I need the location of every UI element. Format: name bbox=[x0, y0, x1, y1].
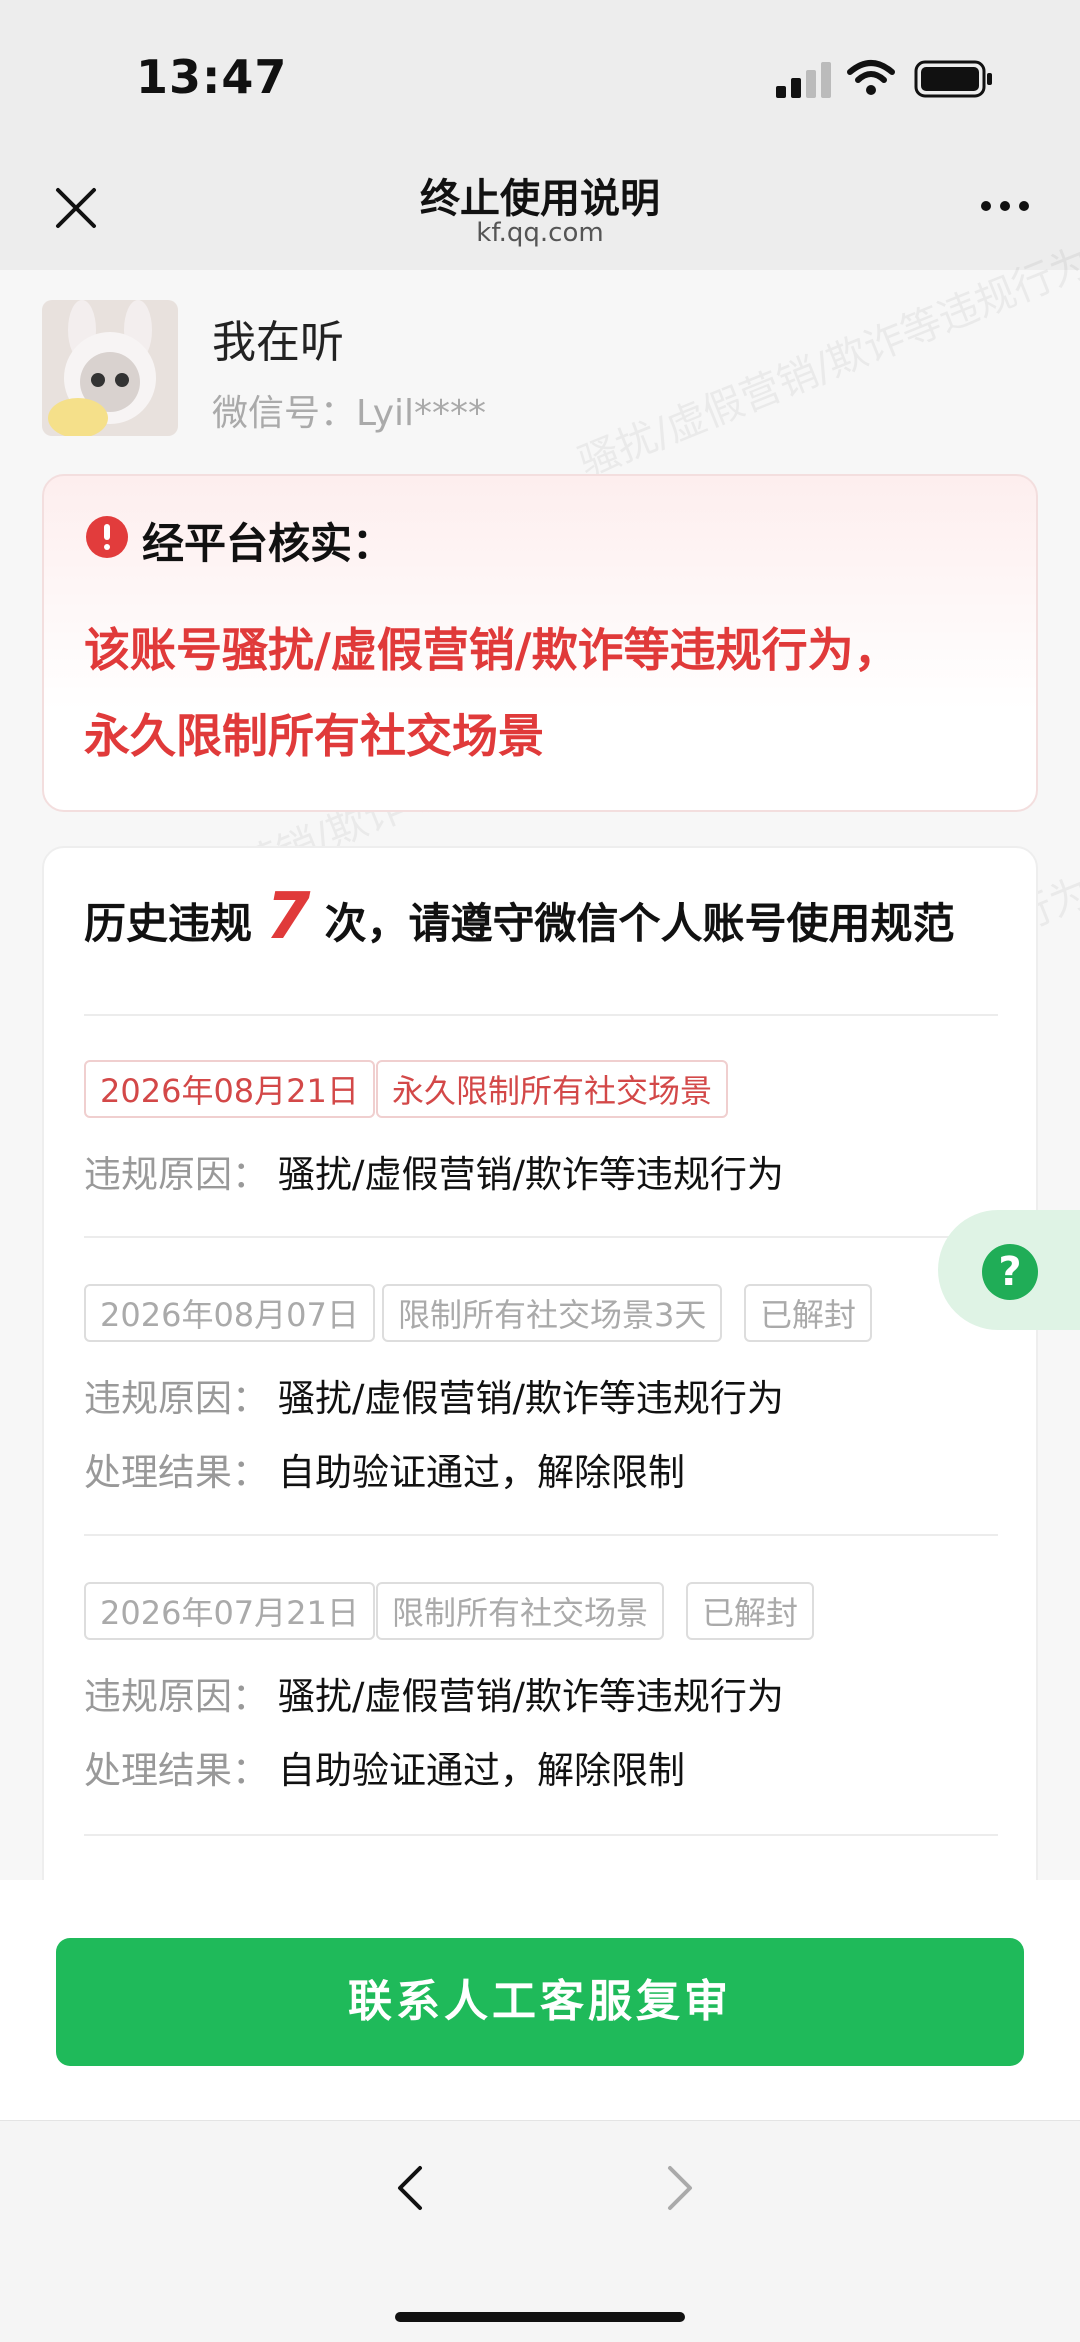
record-reason: 骚扰/虚假营销/欺诈等违规行为 bbox=[278, 1675, 784, 1718]
browser-toolbar bbox=[0, 2120, 1080, 2342]
record-status-tag: 已解封 bbox=[686, 1582, 815, 1640]
record-result: 自助验证通过，解除限制 bbox=[278, 1749, 685, 1792]
record-result-label: 处理结果： bbox=[84, 1749, 269, 1792]
record-result: 自助验证通过，解除限制 bbox=[278, 1451, 685, 1494]
home-indicator bbox=[395, 2312, 685, 2322]
notice-line-2: 永久限制所有社交场景 bbox=[84, 709, 544, 763]
record-reason: 骚扰/虚假营销/欺诈等违规行为 bbox=[278, 1153, 784, 1196]
record-date-tag: 2026年08月21日 bbox=[84, 1060, 375, 1118]
back-arrow-icon[interactable] bbox=[384, 2160, 440, 2216]
help-button[interactable]: ? bbox=[938, 1210, 1080, 1330]
record-date-tag: 2026年07月21日 bbox=[84, 1582, 375, 1640]
history-prefix: 历史违规 bbox=[84, 899, 253, 948]
history-suffix: 次，请遵守微信个人账号使用规范 bbox=[324, 899, 955, 948]
avatar bbox=[42, 300, 178, 436]
record-result-label: 处理结果： bbox=[84, 1451, 269, 1494]
record-reason-label: 违规原因： bbox=[84, 1675, 269, 1718]
divider bbox=[84, 1534, 998, 1536]
wifi-icon bbox=[847, 60, 895, 95]
violation-count: 7 bbox=[266, 880, 311, 954]
question-icon: ? bbox=[982, 1244, 1038, 1300]
forward-arrow-icon[interactable] bbox=[650, 2160, 706, 2216]
record-reason-label: 违规原因： bbox=[84, 1153, 269, 1196]
notice-title: 经平台核实： bbox=[142, 519, 395, 568]
history-heading: 历史违规 7 次，请遵守微信个人账号使用规范 bbox=[84, 880, 955, 954]
notice-line-1: 该账号骚扰/虚假营销/欺诈等违规行为， bbox=[84, 623, 900, 677]
status-time: 13:47 bbox=[136, 50, 288, 104]
record-reason: 骚扰/虚假营销/欺诈等违规行为 bbox=[278, 1377, 784, 1420]
page-title: 终止使用说明 bbox=[420, 176, 660, 222]
profile-wechat-id: 微信号：Lyil**** bbox=[212, 393, 487, 434]
divider bbox=[84, 1014, 998, 1016]
warning-icon bbox=[86, 516, 128, 558]
record-date-tag: 2026年08月07日 bbox=[84, 1284, 375, 1342]
battery-icon bbox=[914, 60, 992, 98]
record-measure-tag: 限制所有社交场景3天 bbox=[382, 1284, 723, 1342]
divider bbox=[84, 1236, 998, 1238]
page-domain: kf.qq.com bbox=[476, 218, 604, 248]
record-status-tag: 已解封 bbox=[744, 1284, 873, 1342]
record-measure-tag: 限制所有社交场景 bbox=[376, 1582, 665, 1640]
profile-nickname: 我在听 bbox=[212, 317, 344, 368]
record-reason-label: 违规原因： bbox=[84, 1377, 269, 1420]
cellular-signal-icon bbox=[776, 62, 831, 98]
divider bbox=[84, 1834, 998, 1836]
more-options-icon[interactable] bbox=[980, 196, 1030, 216]
contact-support-button[interactable]: 联系人工客服复审 bbox=[56, 1938, 1024, 2066]
record-measure-tag: 永久限制所有社交场景 bbox=[376, 1060, 729, 1118]
